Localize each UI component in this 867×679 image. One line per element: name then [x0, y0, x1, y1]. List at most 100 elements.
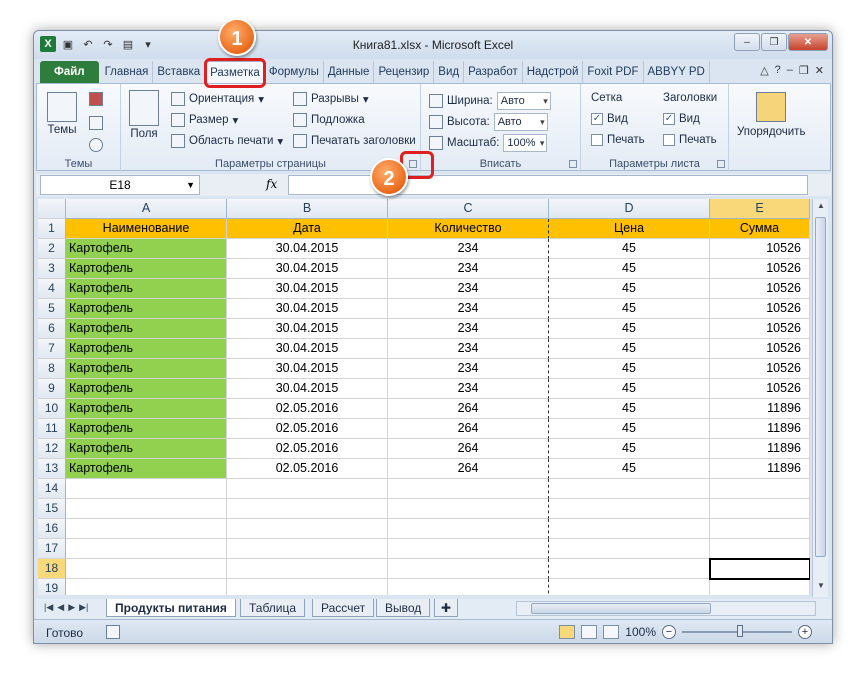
first-sheet-icon[interactable]: |◀: [44, 602, 53, 613]
data-cell[interactable]: 264: [388, 399, 549, 419]
empty-cell[interactable]: [710, 579, 810, 595]
zoom-in-icon[interactable]: +: [798, 625, 812, 639]
data-cell[interactable]: 45: [549, 379, 710, 399]
data-cell[interactable]: 234: [388, 339, 549, 359]
breaks-button[interactable]: Разрывы ▾: [293, 92, 369, 106]
empty-cell[interactable]: [388, 559, 549, 579]
data-cell[interactable]: 45: [549, 459, 710, 479]
name-box[interactable]: E18 ▼: [40, 175, 200, 195]
tab-view[interactable]: Вид: [434, 61, 465, 83]
row-header[interactable]: 15: [38, 499, 66, 519]
prev-sheet-icon[interactable]: ◀: [57, 602, 64, 613]
empty-cell[interactable]: [388, 539, 549, 559]
select-all-corner[interactable]: [38, 199, 66, 219]
data-cell[interactable]: 10526: [710, 239, 810, 259]
data-cell[interactable]: Картофель: [66, 459, 227, 479]
tab-abbyy-pdf[interactable]: ABBYY PD: [644, 61, 710, 83]
empty-cell[interactable]: [388, 579, 549, 595]
data-cell[interactable]: Картофель: [66, 379, 227, 399]
row-header[interactable]: 13: [38, 459, 66, 479]
data-cell[interactable]: 264: [388, 439, 549, 459]
empty-cell[interactable]: [710, 479, 810, 499]
theme-fonts-icon[interactable]: [89, 116, 103, 130]
margins-button[interactable]: Поля: [129, 90, 159, 140]
empty-cell[interactable]: [66, 499, 227, 519]
data-cell[interactable]: 30.04.2015: [227, 339, 388, 359]
minimize-button[interactable]: ‒: [734, 33, 760, 51]
column-header-b[interactable]: B: [227, 199, 388, 219]
sheet-options-launcher-icon[interactable]: [717, 160, 725, 168]
data-cell[interactable]: 02.05.2016: [227, 459, 388, 479]
normal-view-icon[interactable]: [559, 625, 576, 639]
data-cell[interactable]: 234: [388, 379, 549, 399]
data-cell[interactable]: 45: [549, 279, 710, 299]
chevron-down-icon[interactable]: ▼: [186, 176, 195, 194]
insert-sheet-icon[interactable]: ✚: [434, 599, 459, 617]
tab-home[interactable]: Главная: [101, 61, 154, 83]
row-header[interactable]: 14: [38, 479, 66, 499]
print-titles-button[interactable]: Печатать заголовки: [293, 134, 416, 148]
row-header[interactable]: 9: [38, 379, 66, 399]
row-header[interactable]: 6: [38, 319, 66, 339]
data-cell[interactable]: Картофель: [66, 299, 227, 319]
data-cell[interactable]: 10526: [710, 339, 810, 359]
tab-insert[interactable]: Вставка: [153, 61, 206, 83]
tab-foxit-pdf[interactable]: Foxit PDF: [583, 61, 644, 83]
header-cell[interactable]: Количество: [388, 219, 549, 239]
last-sheet-icon[interactable]: ▶|: [79, 602, 88, 613]
row-header[interactable]: 8: [38, 359, 66, 379]
themes-button[interactable]: Темы: [47, 92, 77, 136]
data-cell[interactable]: Картофель: [66, 239, 227, 259]
data-cell[interactable]: 45: [549, 339, 710, 359]
empty-cell[interactable]: [710, 519, 810, 539]
data-cell[interactable]: 234: [388, 259, 549, 279]
scale-launcher-icon[interactable]: [569, 160, 577, 168]
data-cell[interactable]: 234: [388, 359, 549, 379]
close-button[interactable]: ✕: [788, 33, 828, 51]
horizontal-scroll-thumb[interactable]: [531, 603, 711, 614]
gridlines-view-checkbox[interactable]: ✓ Вид: [591, 113, 628, 125]
column-header-c[interactable]: C: [388, 199, 549, 219]
column-header-a[interactable]: A: [66, 199, 227, 219]
data-cell[interactable]: 02.05.2016: [227, 419, 388, 439]
data-cell[interactable]: Картофель: [66, 399, 227, 419]
empty-cell[interactable]: [710, 539, 810, 559]
zoom-level[interactable]: 100%: [625, 625, 656, 639]
tab-addins[interactable]: Надстрой: [523, 61, 584, 83]
data-cell[interactable]: 30.04.2015: [227, 319, 388, 339]
data-cell[interactable]: 10526: [710, 359, 810, 379]
data-cell[interactable]: 10526: [710, 259, 810, 279]
row-header[interactable]: 4: [38, 279, 66, 299]
tab-review[interactable]: Рецензир: [374, 61, 435, 83]
row-header[interactable]: 5: [38, 299, 66, 319]
header-cell[interactable]: Наименование: [66, 219, 227, 239]
data-cell[interactable]: Картофель: [66, 259, 227, 279]
next-sheet-icon[interactable]: ▶: [68, 602, 75, 613]
row-header[interactable]: 18: [38, 559, 66, 579]
data-cell[interactable]: Картофель: [66, 439, 227, 459]
doc-close-icon[interactable]: ✕: [815, 64, 824, 77]
data-cell[interactable]: 10526: [710, 319, 810, 339]
empty-cell[interactable]: [549, 559, 710, 579]
insert-function-icon[interactable]: fx: [266, 177, 277, 191]
data-cell[interactable]: Картофель: [66, 339, 227, 359]
data-cell[interactable]: 45: [549, 259, 710, 279]
theme-colors-icon[interactable]: [89, 92, 103, 106]
height-dropdown[interactable]: Авто: [493, 113, 548, 131]
row-header[interactable]: 11: [38, 419, 66, 439]
horizontal-scrollbar[interactable]: [516, 601, 816, 616]
data-cell[interactable]: 264: [388, 459, 549, 479]
empty-cell[interactable]: [549, 479, 710, 499]
data-cell[interactable]: Картофель: [66, 359, 227, 379]
data-cell[interactable]: 10526: [710, 279, 810, 299]
data-cell[interactable]: 30.04.2015: [227, 279, 388, 299]
zoom-slider[interactable]: [682, 625, 792, 637]
gridlines-print-checkbox[interactable]: Печать: [591, 134, 645, 146]
empty-cell[interactable]: [549, 519, 710, 539]
row-header[interactable]: 17: [38, 539, 66, 559]
zoom-out-icon[interactable]: −: [662, 625, 676, 639]
data-cell[interactable]: 234: [388, 239, 549, 259]
empty-cell[interactable]: [66, 479, 227, 499]
empty-cell[interactable]: [227, 499, 388, 519]
data-cell[interactable]: 45: [549, 359, 710, 379]
